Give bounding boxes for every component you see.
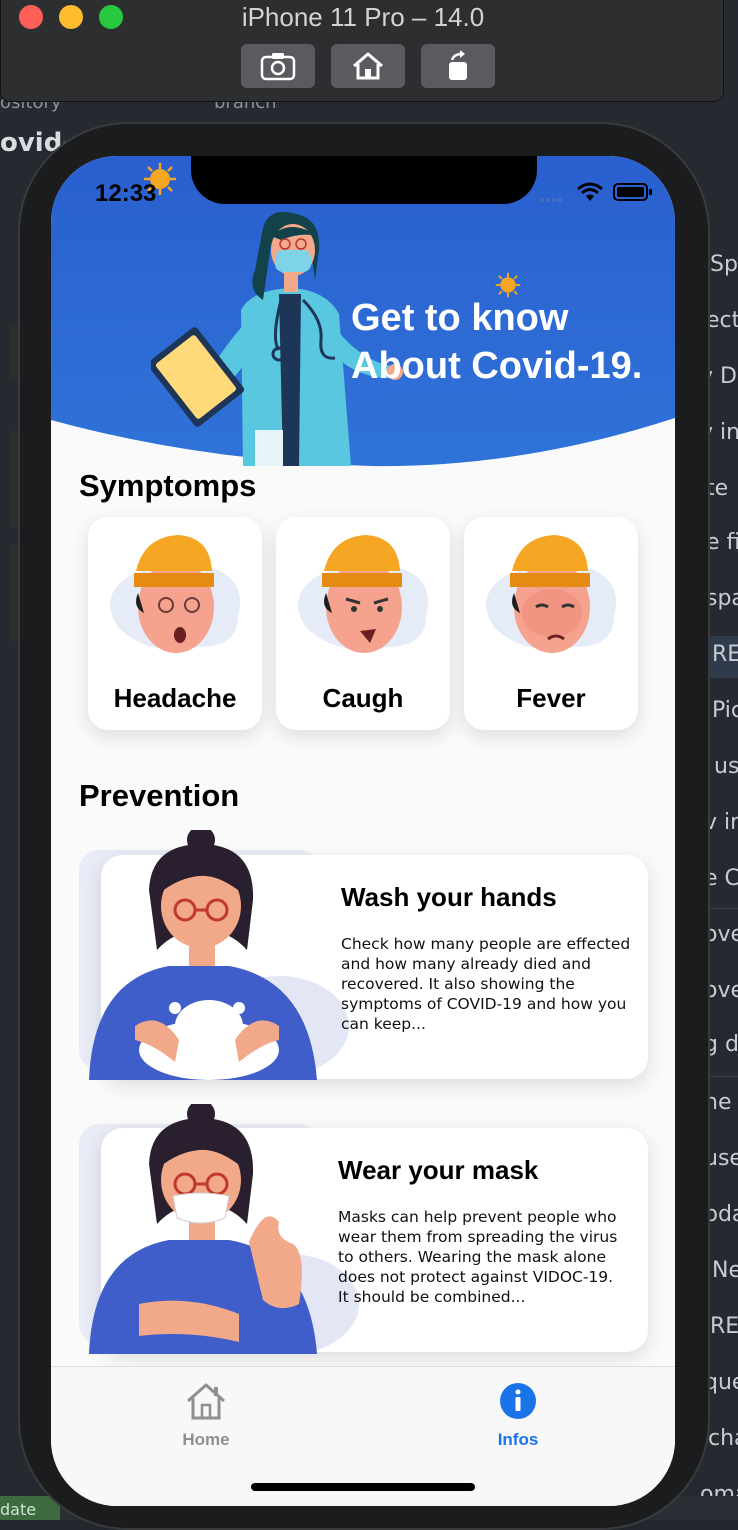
home-button[interactable] [331, 44, 405, 88]
prevention-title: Prevention [79, 778, 240, 813]
header-banner: Get to know About Covid-19. 12:33 [51, 156, 675, 468]
bg-text: Ne [712, 1258, 738, 1283]
symptom-card-headache[interactable]: Headache [88, 517, 262, 730]
simulator-title: iPhone 11 Pro – 14.0 [241, 2, 485, 32]
info-icon [500, 1383, 536, 1419]
volume-down-button [10, 544, 18, 642]
tab-infos[interactable]: Infos [458, 1381, 578, 1450]
prevention-item-text: Masks can help prevent people who wear t… [338, 1208, 618, 1306]
bg-status-text: date [0, 1500, 37, 1519]
fever-illustration [486, 535, 616, 653]
prevention-item-title: Wash your hands [341, 882, 557, 912]
symptom-label: Fever [516, 683, 586, 713]
battery-icon [613, 183, 652, 201]
bg-text: Pic [712, 698, 738, 723]
headache-illustration [110, 535, 240, 653]
symptom-label: Headache [113, 683, 237, 713]
wash-hands-illustration [89, 830, 349, 1080]
symptom-card-caugh[interactable]: Caugh [276, 517, 450, 730]
volume-up-button [10, 430, 18, 528]
mute-switch [10, 324, 18, 380]
header-title-line1: Get to know [351, 297, 569, 339]
screenshot-icon [260, 53, 296, 81]
cellular-signal-icon [540, 198, 562, 202]
rotate-button[interactable] [421, 44, 495, 88]
tab-infos-label: Infos [497, 1430, 539, 1449]
screenshot-button[interactable] [241, 44, 315, 88]
prevention-item-text: Check how many people are effected and h… [341, 935, 631, 1033]
device-notch [191, 156, 537, 204]
symptoms-title: Symptomps [79, 468, 257, 503]
bg-text: RE [710, 1314, 738, 1339]
home-indicator[interactable] [251, 1483, 475, 1491]
tab-home-label: Home [182, 1430, 230, 1449]
symptom-card-fever[interactable]: Fever [464, 517, 638, 730]
bg-text: Sp [710, 252, 738, 277]
simulator-titlebar: iPhone 11 Pro – 14.0 [0, 0, 724, 102]
cough-illustration [298, 535, 428, 653]
wifi-icon [577, 182, 603, 201]
header-title: Get to know About Covid-19. [351, 294, 642, 390]
header-title-line2: About Covid-19. [351, 345, 643, 387]
prevention-item-title: Wear your mask [338, 1155, 539, 1185]
tab-home[interactable]: Home [146, 1381, 266, 1450]
bg-text: cha [708, 1426, 738, 1451]
rotate-icon [449, 50, 467, 80]
status-bar-time: 12:33 [95, 180, 157, 207]
wear-mask-illustration [89, 1104, 359, 1354]
symptom-label: Caugh [322, 683, 404, 713]
home-icon [187, 1383, 225, 1420]
bg-text: us [714, 754, 738, 779]
bg-text: e fi [706, 530, 738, 555]
app-screen: Get to know About Covid-19. 12:33 Sympto… [51, 156, 675, 1506]
bg-text: RE [712, 642, 738, 667]
bg-text: ect [706, 308, 738, 333]
home-icon [353, 52, 383, 80]
bg-text: spa [706, 586, 738, 611]
